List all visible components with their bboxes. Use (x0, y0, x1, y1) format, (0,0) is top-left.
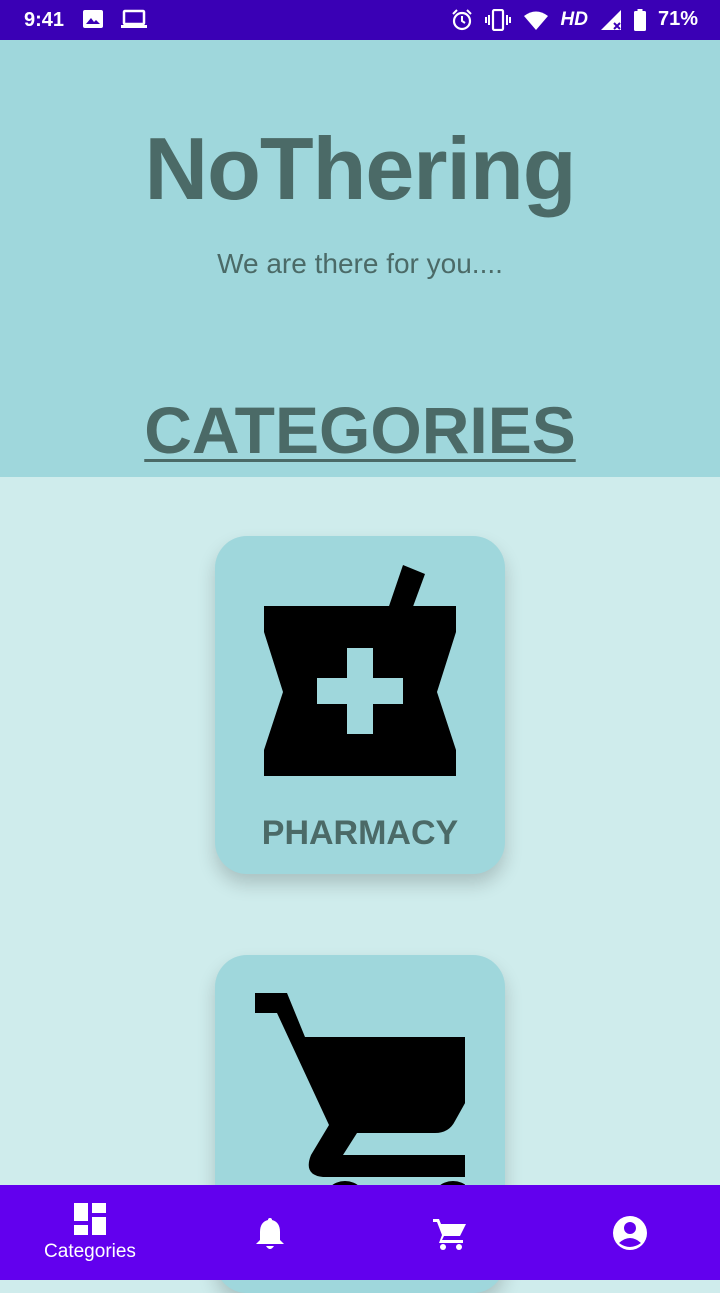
nav-label-categories: Categories (44, 1240, 136, 1262)
vibrate-icon (484, 8, 511, 31)
dashboard-icon (74, 1202, 106, 1235)
categories-heading: CATEGORIES (144, 393, 576, 467)
nav-item-cart[interactable] (360, 1185, 540, 1280)
nav-item-notifications[interactable] (180, 1185, 360, 1280)
header-banner: NoThering We are there for you.... CATEG… (0, 40, 720, 477)
signal-icon (600, 9, 621, 30)
wifi-icon (523, 11, 548, 30)
bottom-navigation: Categories (0, 1185, 720, 1280)
battery-percentage: 71% (657, 8, 698, 30)
pharmacy-icon (264, 565, 456, 776)
app-title: NoThering (144, 119, 577, 218)
image-icon (83, 10, 103, 28)
laptop-icon (121, 9, 147, 28)
category-card-pharmacy[interactable]: PHARMACY (215, 536, 505, 874)
battery-icon (633, 8, 646, 31)
bell-icon (256, 1217, 284, 1249)
nav-item-categories[interactable]: Categories (0, 1185, 180, 1280)
cart-icon (433, 1218, 466, 1250)
account-icon (613, 1215, 647, 1250)
category-label-pharmacy: PHARMACY (261, 814, 459, 852)
alarm-icon (451, 8, 472, 30)
network-type-label: HD (560, 8, 588, 30)
status-time: 9:41 (24, 9, 65, 31)
nav-item-account[interactable] (540, 1185, 720, 1280)
status-bar: 9:41 HD 71% (0, 0, 720, 40)
tagline: We are there for you.... (217, 248, 503, 279)
status-system-icons: HD 71% (451, 8, 698, 31)
status-notification-icons (82, 9, 148, 29)
shopping-cart-icon (255, 993, 465, 1199)
